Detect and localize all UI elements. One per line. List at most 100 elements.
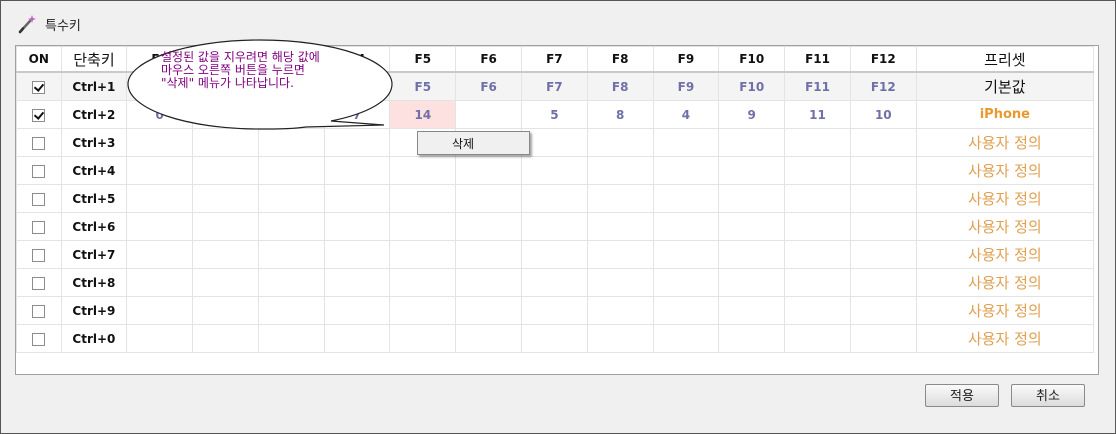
key-cell-f11[interactable]	[784, 156, 851, 185]
key-cell-f7[interactable]	[521, 212, 588, 241]
key-cell-f5[interactable]	[389, 268, 457, 297]
key-cell-f6[interactable]	[455, 268, 522, 297]
key-cell-f7[interactable]	[521, 128, 588, 157]
key-cell-f12[interactable]	[849, 240, 917, 269]
key-cell-f2[interactable]	[192, 324, 259, 353]
key-cell-f7[interactable]	[521, 268, 588, 297]
preset-cell[interactable]: 사용자 정의	[915, 324, 1095, 353]
col-header-f9[interactable]: F9	[652, 46, 720, 73]
preset-cell[interactable]: iPhone	[915, 100, 1095, 129]
col-header-preset[interactable]: 프리셋	[915, 46, 1095, 73]
enable-checkbox[interactable]	[32, 220, 46, 234]
key-cell-f7[interactable]	[521, 240, 588, 269]
key-cell-f5[interactable]	[389, 156, 457, 185]
enable-checkbox[interactable]	[32, 192, 46, 206]
key-cell-f4[interactable]	[323, 212, 391, 241]
preset-cell[interactable]: 사용자 정의	[915, 268, 1095, 297]
key-cell-f3[interactable]	[257, 184, 325, 213]
key-cell-f11[interactable]	[784, 240, 851, 269]
preset-cell[interactable]: 사용자 정의	[915, 212, 1095, 241]
key-cell-f8[interactable]	[586, 296, 654, 325]
key-cell-f1[interactable]	[126, 240, 194, 269]
key-cell-f10[interactable]	[718, 296, 786, 325]
enable-checkbox[interactable]	[32, 276, 46, 290]
col-header-f12[interactable]: F12	[849, 46, 917, 73]
key-cell-f12[interactable]	[849, 212, 917, 241]
col-header-f5[interactable]: F5	[389, 46, 457, 73]
key-cell-f12[interactable]	[849, 156, 917, 185]
key-cell-f10[interactable]	[718, 212, 786, 241]
key-cell-f3[interactable]	[257, 212, 325, 241]
key-cell-f10[interactable]	[718, 128, 786, 157]
key-cell-f4[interactable]	[323, 296, 391, 325]
key-cell-f2[interactable]	[192, 212, 259, 241]
apply-button[interactable]: 적용	[925, 384, 999, 407]
key-cell-f10[interactable]	[718, 156, 786, 185]
key-cell-f4[interactable]	[323, 324, 391, 353]
key-cell-f12[interactable]	[849, 128, 917, 157]
key-cell-f8[interactable]	[586, 324, 654, 353]
key-cell-f9[interactable]	[652, 184, 720, 213]
key-cell-f7[interactable]: F7	[521, 71, 588, 101]
key-cell-f8[interactable]: F8	[586, 71, 654, 101]
key-cell-f6[interactable]	[455, 100, 522, 129]
key-cell-f11[interactable]	[784, 296, 851, 325]
key-cell-f9[interactable]	[652, 268, 720, 297]
key-cell-f10[interactable]	[718, 324, 786, 353]
key-cell-f2[interactable]	[192, 296, 259, 325]
key-cell-f7[interactable]	[521, 324, 588, 353]
enable-checkbox[interactable]	[32, 136, 46, 150]
key-cell-f12[interactable]	[849, 296, 917, 325]
col-header-on[interactable]: ON	[16, 46, 62, 73]
key-cell-f11[interactable]	[784, 128, 851, 157]
key-cell-f4[interactable]	[323, 156, 391, 185]
key-cell-f7[interactable]	[521, 184, 588, 213]
preset-cell[interactable]: 사용자 정의	[915, 240, 1095, 269]
key-cell-f1[interactable]	[126, 184, 194, 213]
key-cell-f6[interactable]	[455, 156, 522, 185]
key-cell-f8[interactable]	[586, 184, 654, 213]
key-cell-f7[interactable]	[521, 296, 588, 325]
key-cell-f6[interactable]	[455, 296, 522, 325]
key-cell-f12[interactable]: 10	[849, 100, 917, 129]
key-cell-f7[interactable]	[521, 156, 588, 185]
key-cell-f5[interactable]	[389, 296, 457, 325]
enable-checkbox[interactable]	[32, 332, 46, 346]
key-cell-f3[interactable]	[257, 240, 325, 269]
preset-cell[interactable]: 사용자 정의	[915, 184, 1095, 213]
key-cell-f8[interactable]	[586, 128, 654, 157]
key-cell-f9[interactable]	[652, 128, 720, 157]
key-cell-f6[interactable]	[455, 212, 522, 241]
key-cell-f9[interactable]	[652, 156, 720, 185]
key-cell-f1[interactable]	[126, 156, 194, 185]
key-cell-f5[interactable]	[389, 324, 457, 353]
key-cell-f11[interactable]: F11	[784, 71, 851, 101]
key-cell-f4[interactable]	[323, 184, 391, 213]
key-cell-f12[interactable]	[849, 268, 917, 297]
key-cell-f3[interactable]	[257, 324, 325, 353]
enable-checkbox[interactable]	[32, 108, 46, 122]
key-cell-f6[interactable]	[455, 240, 522, 269]
key-cell-f5[interactable]: 14	[389, 100, 457, 129]
enable-checkbox[interactable]	[32, 248, 46, 262]
enable-checkbox[interactable]	[32, 80, 46, 94]
key-cell-f12[interactable]	[849, 324, 917, 353]
cancel-button[interactable]: 취소	[1011, 384, 1085, 407]
key-cell-f10[interactable]	[718, 240, 786, 269]
key-cell-f6[interactable]	[455, 184, 522, 213]
preset-cell[interactable]: 기본값	[915, 71, 1095, 101]
key-cell-f2[interactable]	[192, 156, 259, 185]
col-header-f11[interactable]: F11	[784, 46, 851, 73]
key-cell-f8[interactable]	[586, 268, 654, 297]
col-header-f6[interactable]: F6	[455, 46, 522, 73]
key-cell-f1[interactable]	[126, 212, 194, 241]
key-cell-f12[interactable]	[849, 184, 917, 213]
col-header-f8[interactable]: F8	[586, 46, 654, 73]
key-cell-f11[interactable]: 11	[784, 100, 851, 129]
key-cell-f8[interactable]: 8	[586, 100, 654, 129]
key-cell-f11[interactable]	[784, 324, 851, 353]
key-cell-f8[interactable]	[586, 240, 654, 269]
key-cell-f6[interactable]	[455, 324, 522, 353]
key-cell-f2[interactable]	[192, 184, 259, 213]
key-cell-f9[interactable]	[652, 296, 720, 325]
